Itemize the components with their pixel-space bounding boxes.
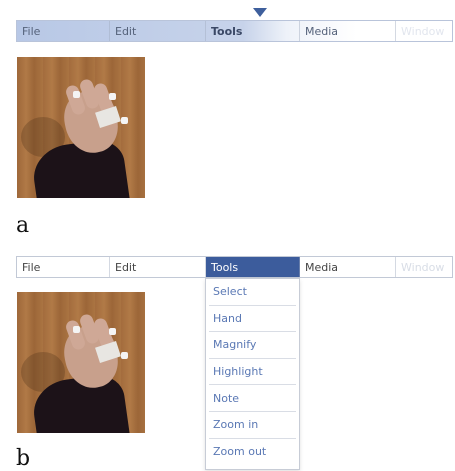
menu-item-edit[interactable]: Edit	[110, 21, 206, 41]
panel-label-a: a	[16, 213, 30, 238]
dropdown-item-select[interactable]: Select	[209, 279, 296, 306]
menu-item-tools[interactable]: Tools	[206, 21, 300, 41]
pointer-arrow-icon	[253, 8, 267, 17]
dropdown-item-magnify[interactable]: Magnify	[209, 332, 296, 359]
menu-item-media[interactable]: Media	[300, 257, 396, 277]
hand-gesture-image	[17, 292, 145, 433]
menu-item-media[interactable]: Media	[300, 21, 396, 41]
dropdown-item-hand[interactable]: Hand	[209, 306, 296, 333]
menu-item-edit[interactable]: Edit	[110, 257, 206, 277]
menu-item-tools[interactable]: Tools	[206, 257, 300, 277]
menu-bar-a: File Edit Tools Media Window	[16, 20, 453, 42]
menu-bar-b: File Edit Tools Media Window	[16, 256, 453, 278]
menu-item-file[interactable]: File	[17, 257, 110, 277]
tools-dropdown-menu: Select Hand Magnify Highlight Note Zoom …	[205, 278, 300, 470]
dropdown-item-zoom-in[interactable]: Zoom in	[209, 412, 296, 439]
dropdown-item-zoom-out[interactable]: Zoom out	[209, 439, 296, 466]
hand-gesture-image	[17, 57, 145, 198]
panel-label-b: b	[16, 446, 31, 471]
dropdown-item-highlight[interactable]: Highlight	[209, 359, 296, 386]
dropdown-item-note[interactable]: Note	[209, 385, 296, 412]
menu-item-window[interactable]: Window	[396, 21, 452, 41]
menu-item-window[interactable]: Window	[396, 257, 452, 277]
menu-item-file[interactable]: File	[17, 21, 110, 41]
